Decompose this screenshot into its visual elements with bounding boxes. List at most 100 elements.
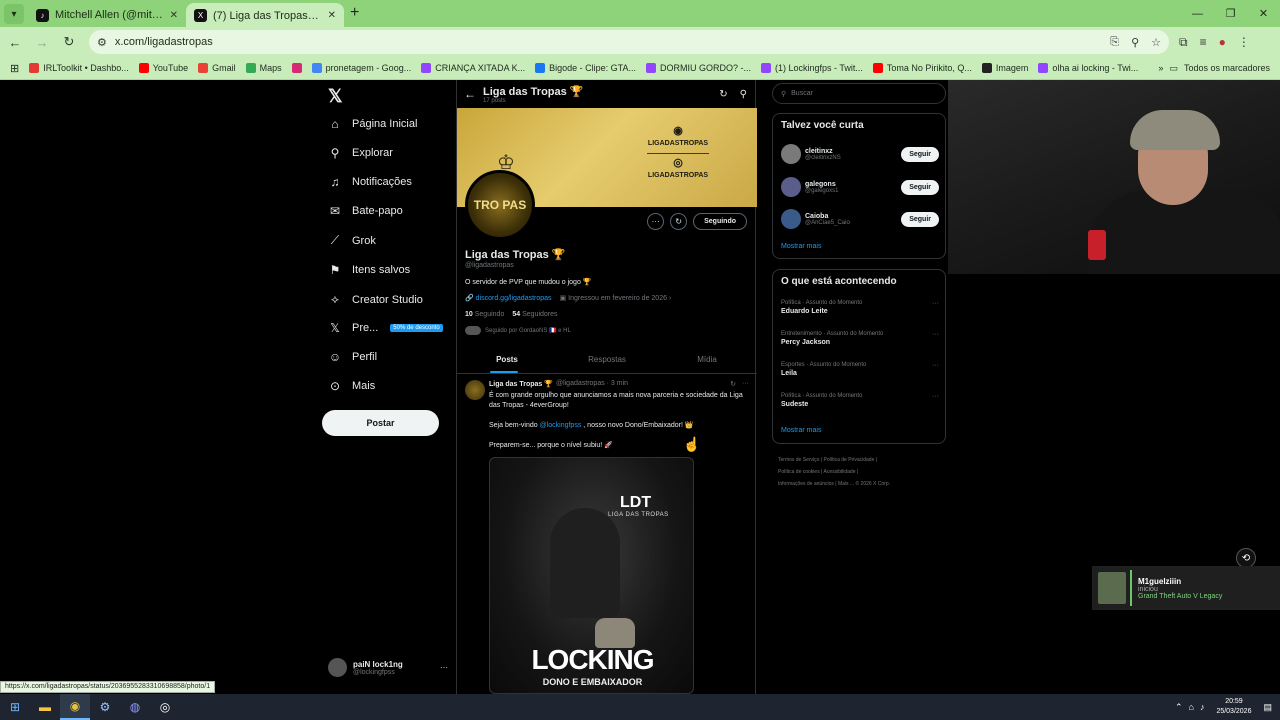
suggestion-item[interactable]: galegons @galegoxs1 Seguir bbox=[781, 177, 939, 197]
more-options-icon[interactable]: ··· bbox=[932, 362, 939, 369]
trend-item[interactable]: Política · Assunto do Momento Sudeste ··… bbox=[781, 393, 939, 408]
new-tab-button[interactable]: + bbox=[350, 4, 359, 22]
nav-item-creator-studio[interactable]: ⟡ Creator Studio bbox=[328, 292, 423, 307]
bookmark-item[interactable]: pronetagem - Goog... bbox=[311, 63, 411, 73]
clock[interactable]: 20:59 25/03/2026 bbox=[1216, 697, 1251, 717]
nav-item-more[interactable]: ⊙ Mais bbox=[328, 379, 375, 393]
tab-media[interactable]: Mídia bbox=[657, 346, 757, 373]
nav-item-premium[interactable]: 𝕏 Pre... 50% de desconto bbox=[328, 321, 443, 335]
more-bookmarks-icon[interactable]: » bbox=[1158, 63, 1163, 73]
chrome-menu-icon[interactable]: ⋮ bbox=[1238, 35, 1250, 49]
followers-count[interactable]: 54 Seguidores bbox=[512, 311, 557, 318]
url-text[interactable]: x.com/ligadastropas bbox=[115, 36, 1098, 48]
minimize-icon[interactable]: — bbox=[1181, 0, 1214, 27]
all-bookmarks-label[interactable]: Todos os marcadores bbox=[1184, 63, 1270, 73]
bookmark-item[interactable] bbox=[291, 63, 302, 73]
zoom-icon[interactable]: ⚲ bbox=[1131, 36, 1139, 49]
footer-link[interactable]: Política de Privacidade bbox=[823, 457, 874, 463]
suggestion-item[interactable]: Caioba @AnCiae5_Caio Seguir bbox=[781, 209, 939, 229]
footer-link[interactable]: Termos de Serviço bbox=[778, 457, 819, 463]
nav-item-grok[interactable]: ⟋ Grok bbox=[328, 233, 376, 248]
tweet-author[interactable]: Liga das Tropas 🏆 bbox=[489, 380, 553, 388]
tab-liga-das-tropas[interactable]: X (7) Liga das Tropas 🏆 (@ligada... ✕ bbox=[186, 3, 344, 27]
avatar[interactable] bbox=[781, 144, 801, 164]
footer-link[interactable]: Política de cookies bbox=[778, 469, 820, 475]
network-icon[interactable]: ⌂ bbox=[1189, 702, 1194, 712]
refresh-icon[interactable]: ↻ bbox=[719, 89, 727, 100]
x-logo-icon[interactable]: 𝕏 bbox=[328, 86, 343, 107]
footer-link[interactable]: Mais ... bbox=[838, 481, 854, 487]
bookmark-item[interactable]: Maps bbox=[245, 63, 282, 73]
media-control-icon[interactable]: ≡ bbox=[1200, 35, 1207, 49]
nav-item-profile[interactable]: ☺ Perfil bbox=[328, 350, 377, 364]
avatar[interactable] bbox=[781, 177, 801, 197]
more-options-icon[interactable]: ··· bbox=[932, 331, 939, 338]
followed-by[interactable]: Seguido por GordaoNS 🇫🇷 e HL bbox=[465, 326, 571, 335]
account-switcher[interactable]: paiN lock1ng @lockingfpss ··· bbox=[328, 658, 448, 677]
following-button[interactable]: Seguindo bbox=[693, 213, 747, 230]
tweet-image[interactable]: LDT LIGA DAS TROPAS LOCKING DONO E EMBAI… bbox=[489, 457, 694, 694]
apps-icon[interactable]: ⊞ bbox=[10, 62, 19, 75]
nav-item-explore[interactable]: ⚲ Explorar bbox=[328, 146, 393, 160]
back-arrow-icon[interactable]: ← bbox=[457, 87, 483, 101]
bookmark-item[interactable]: YouTube bbox=[138, 63, 188, 73]
discord-icon[interactable]: ◍ bbox=[120, 694, 150, 720]
nav-item-chat[interactable]: ✉ Bate-papo bbox=[328, 204, 403, 218]
grok-icon[interactable]: ↻ bbox=[670, 213, 688, 230]
reload-icon[interactable]: ↻ bbox=[57, 30, 81, 54]
steam-icon[interactable]: ⚙ bbox=[90, 694, 120, 720]
notifications-icon[interactable]: ▤ bbox=[1263, 702, 1272, 713]
forward-icon[interactable]: → bbox=[30, 30, 54, 54]
bookmark-item[interactable]: Imagem bbox=[981, 63, 1028, 73]
back-icon[interactable]: ← bbox=[3, 30, 27, 54]
nav-item-bookmarks[interactable]: ⚑ Itens salvos bbox=[328, 263, 410, 277]
bookmark-item[interactable]: Bigode - Clipe: GTA... bbox=[535, 63, 636, 73]
volume-icon[interactable]: ♪ bbox=[1200, 702, 1205, 712]
chrome-icon[interactable]: ◉ bbox=[60, 694, 90, 720]
post-button[interactable]: Postar bbox=[322, 410, 439, 436]
discord-notification[interactable]: M1guelziiin iniciou Grand Theft Auto V L… bbox=[1092, 566, 1280, 610]
follow-button[interactable]: Seguir bbox=[901, 146, 939, 162]
obs-icon[interactable]: ◎ bbox=[150, 694, 180, 720]
trend-item[interactable]: Entretenimento · Assunto do Momento Perc… bbox=[781, 331, 939, 346]
avatar[interactable] bbox=[465, 380, 485, 400]
trend-item[interactable]: Esportes · Assunto do Momento Leila ··· bbox=[781, 362, 939, 377]
close-window-icon[interactable]: ✕ bbox=[1247, 0, 1280, 27]
following-count[interactable]: 10 Seguindo bbox=[465, 311, 504, 318]
star-icon[interactable]: ☆ bbox=[1151, 36, 1161, 49]
profile-avatar[interactable]: TRO PAS bbox=[465, 170, 535, 240]
chevron-up-icon[interactable]: ⌃ bbox=[1175, 702, 1183, 713]
address-bar[interactable]: ⚙ x.com/ligadastropas ⎘ ⚲ ☆ bbox=[89, 30, 1169, 54]
bookmark-item[interactable]: Toma No Pirikito, Q... bbox=[872, 63, 972, 73]
trend-item[interactable]: Política · Assunto do Momento Eduardo Le… bbox=[781, 300, 939, 315]
tab-replies[interactable]: Respostas bbox=[557, 346, 657, 373]
profile-link[interactable]: 🔗 discord.gg/ligadastropas bbox=[465, 294, 552, 302]
show-more-link[interactable]: Mostrar mais bbox=[781, 243, 821, 250]
show-more-link[interactable]: Mostrar mais bbox=[781, 427, 821, 434]
file-explorer-icon[interactable]: ▬ bbox=[30, 694, 60, 720]
close-icon[interactable]: ✕ bbox=[170, 10, 178, 21]
windows-start-icon[interactable]: ⊞ bbox=[0, 694, 30, 720]
footer-link[interactable]: Acessibilidade bbox=[824, 469, 856, 475]
footer-link[interactable]: Informações de anúncios bbox=[778, 481, 834, 487]
more-options-icon[interactable]: ··· bbox=[932, 393, 939, 400]
mention-link[interactable]: @lockingfpss bbox=[540, 422, 582, 429]
bookmark-item[interactable]: olha ai locking - Twi... bbox=[1038, 63, 1138, 73]
avatar[interactable] bbox=[781, 209, 801, 229]
grok-icon[interactable]: ↻ bbox=[730, 380, 736, 388]
more-icon[interactable]: ··· bbox=[440, 663, 448, 672]
more-options-icon[interactable]: ··· bbox=[647, 213, 665, 230]
extensions-icon[interactable]: ⧉ bbox=[1179, 35, 1188, 50]
profile-avatar-icon[interactable]: ● bbox=[1219, 35, 1226, 49]
search-icon[interactable]: ⚲ bbox=[740, 89, 747, 100]
install-app-icon[interactable]: ⎘ bbox=[1110, 36, 1119, 49]
search-input[interactable]: ⚲ Buscar bbox=[772, 83, 946, 104]
site-info-icon[interactable]: ⚙ bbox=[97, 36, 107, 49]
more-options-icon[interactable]: ··· bbox=[932, 300, 939, 307]
restore-icon[interactable]: ❐ bbox=[1214, 0, 1247, 27]
bookmark-item[interactable]: (1) Lockingfps - Twit... bbox=[760, 63, 863, 73]
close-icon[interactable]: ✕ bbox=[328, 10, 336, 21]
bookmark-item[interactable]: DORMIU GORDO? -... bbox=[645, 63, 751, 73]
tab-tiktok[interactable]: ♪ Mitchell Allen (@mitchell.allen... ✕ bbox=[28, 3, 186, 27]
bookmark-item[interactable]: IRLToolkit • Dashbo... bbox=[29, 63, 129, 73]
